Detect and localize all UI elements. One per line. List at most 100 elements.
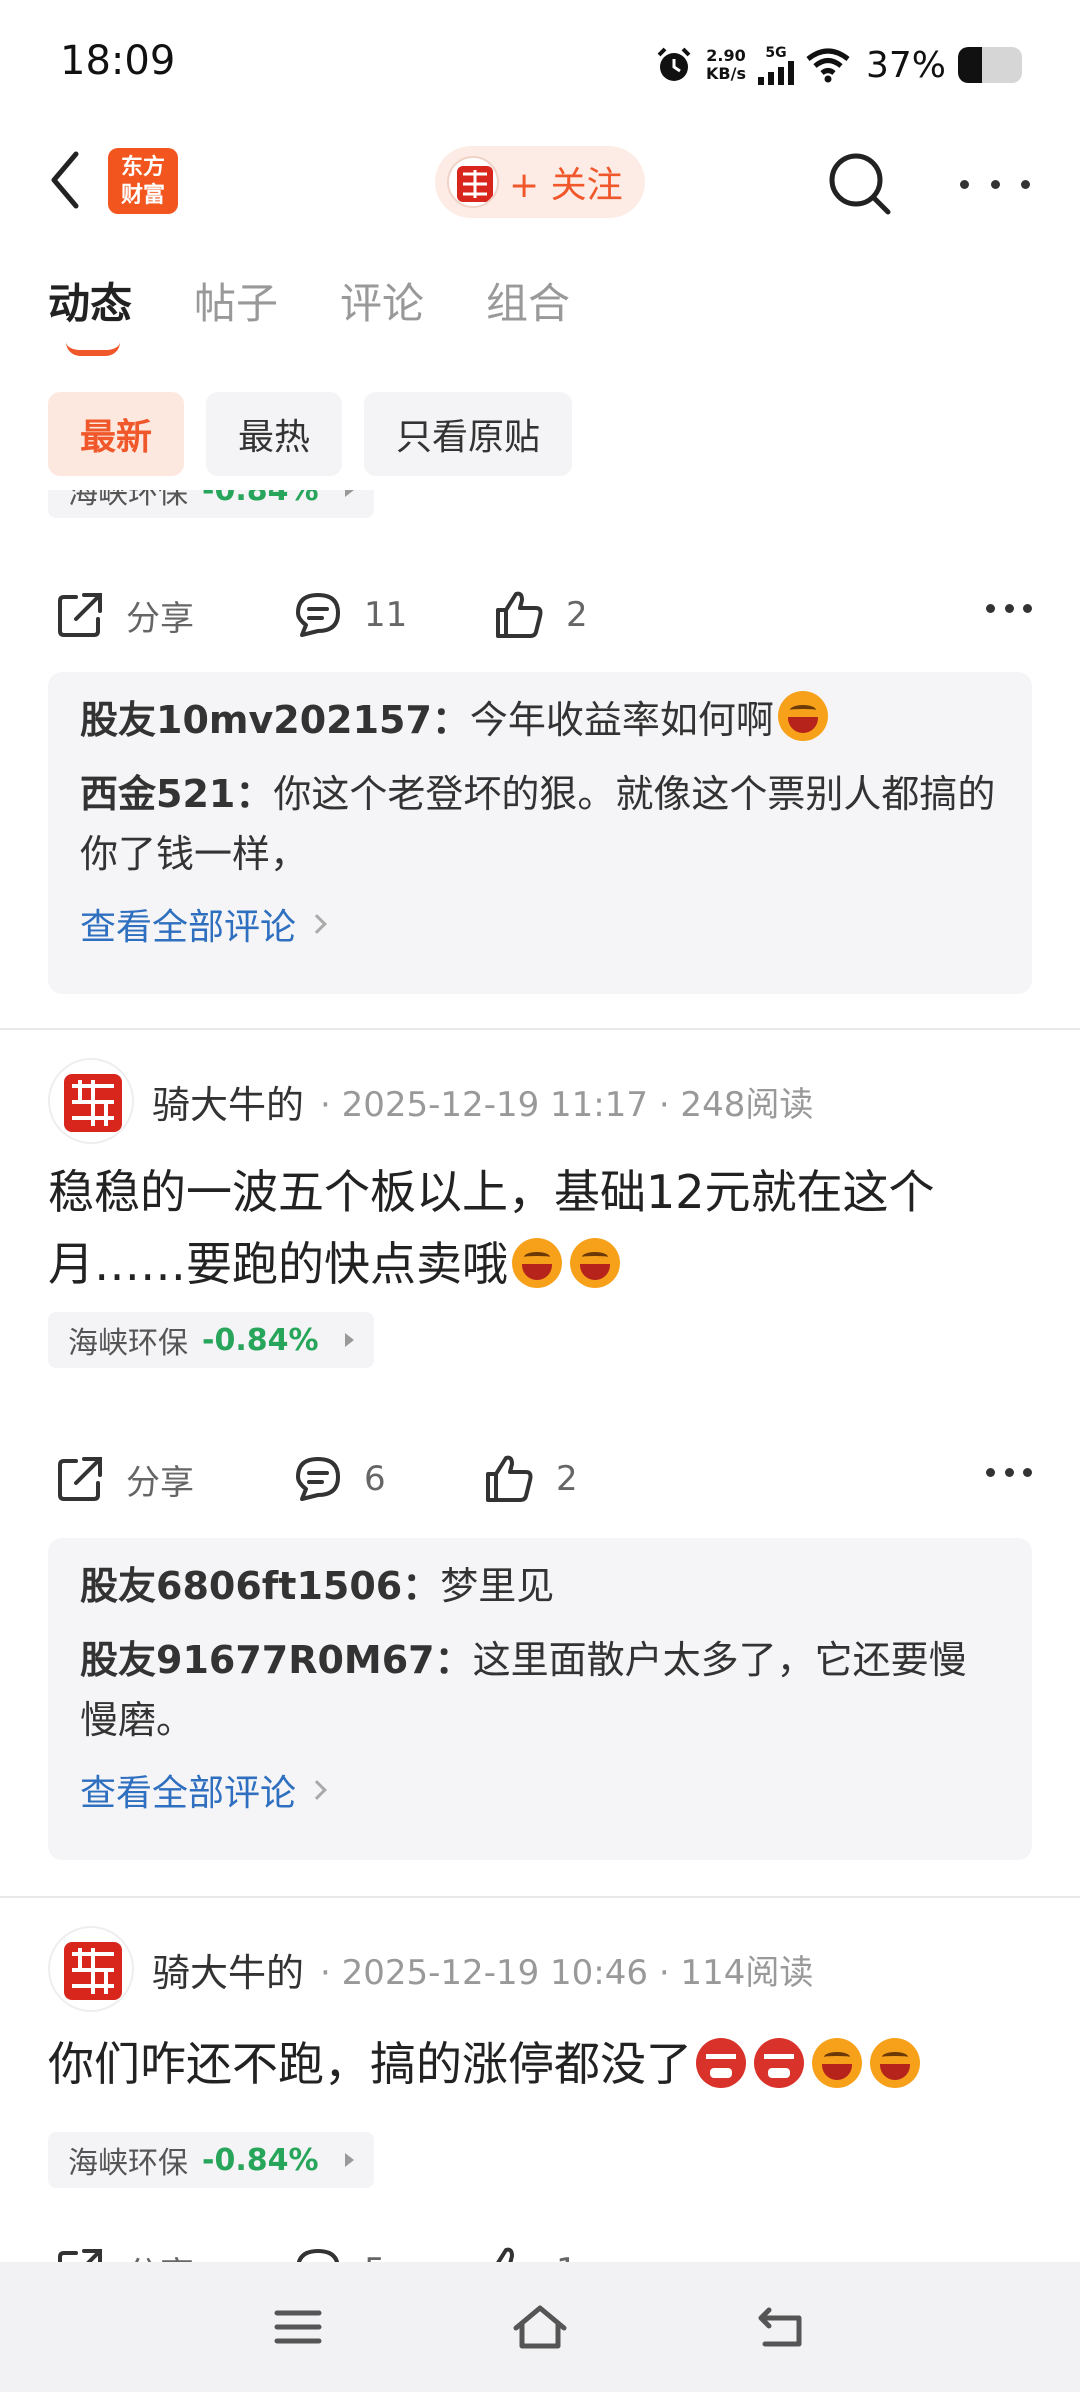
author-avatar[interactable]	[48, 1058, 134, 1144]
thumbs-up-icon	[496, 591, 543, 638]
comment-count: 5	[364, 2251, 386, 2262]
comment-preview[interactable]: 股友6806ft1506：梦里见 股友91677R0M67：这里面散户太多了，它…	[48, 1538, 1032, 1860]
like-button[interactable]: 2	[492, 580, 588, 650]
chevron-right-icon	[307, 1780, 327, 1800]
comment-preview[interactable]: 股友10mv202157：今年收益率如何啊 西金521：你这个老登坏的狠。就像这…	[48, 672, 1032, 994]
home-button[interactable]	[500, 2292, 580, 2362]
dot-icon	[990, 179, 1000, 189]
follow-button[interactable]: + 关注	[435, 146, 645, 218]
dot-icon	[1004, 1468, 1014, 1477]
like-count: 2	[566, 595, 588, 635]
dot-icon	[986, 1468, 995, 1477]
share-button[interactable]: 分享	[54, 2236, 194, 2262]
return-icon	[758, 2307, 802, 2347]
post-card: 海峡环保 -0.84% 分享 11 2 股友10mv202157：今年收益率如何…	[0, 490, 1080, 1034]
author-name[interactable]: 骑大牛的	[152, 1074, 304, 1129]
angry-emoji-icon	[696, 2038, 746, 2088]
post-card[interactable]: 骑大牛的 · 2025-12-19 10:46 · 114阅读 你们咋还不跑，搞…	[0, 1898, 1080, 2262]
tab-comments[interactable]: 评论	[340, 270, 424, 331]
chevron-right-icon	[307, 914, 327, 934]
laugh-emoji-icon	[870, 2038, 920, 2088]
top-nav: 东方 财富 + 关注	[0, 130, 1080, 230]
post-meta: · 2025-12-19 10:46 · 114阅读	[320, 1952, 814, 1993]
search-icon	[829, 153, 891, 215]
search-button[interactable]	[826, 150, 896, 220]
alarm-icon	[657, 47, 691, 81]
signal-icon	[757, 61, 794, 85]
stock-tag[interactable]: 海峡环保 -0.84%	[48, 1312, 374, 1368]
view-all-comments-link[interactable]: 查看全部评论	[80, 1764, 1000, 1816]
system-nav-bar	[0, 2262, 1080, 2392]
comment-user: 西金521：	[80, 772, 274, 816]
comment-button[interactable]: 6	[292, 1444, 386, 1514]
filter-original-only[interactable]: 只看原贴	[364, 392, 573, 476]
stock-name: 海峡环保	[68, 1326, 188, 1361]
post-header: 骑大牛的 · 2025-12-19 10:46 · 114阅读	[48, 1924, 813, 2014]
comment-count: 11	[364, 595, 408, 635]
wifi-icon	[806, 48, 850, 83]
comment-text: 今年收益率如何啊	[469, 698, 774, 742]
share-icon	[58, 2249, 102, 2262]
tab-dynamics[interactable]: 动态	[48, 270, 132, 356]
laugh-emoji-icon	[570, 1238, 620, 1288]
comment-button[interactable]: 5	[292, 2236, 386, 2262]
author-avatar[interactable]	[48, 1926, 134, 2012]
comment-user: 股友6806ft1506：	[80, 1564, 441, 1608]
comment-item: 股友10mv202157：今年收益率如何啊	[80, 690, 1000, 750]
share-button[interactable]: 分享	[54, 1444, 194, 1514]
stock-tag[interactable]: 海峡环保 -0.84%	[48, 2132, 374, 2188]
comment-icon	[296, 2249, 340, 2262]
app-logo: 东方 财富	[108, 148, 178, 214]
angry-emoji-icon	[754, 2038, 804, 2088]
stock-change: -0.84%	[202, 2142, 319, 2178]
laugh-emoji-icon	[812, 2038, 862, 2088]
stock-name: 海峡环保	[68, 2146, 188, 2181]
comment-icon	[296, 1457, 340, 1501]
comment-user: 股友10mv202157：	[80, 698, 470, 742]
post-actions: 分享 11 2	[48, 580, 1032, 650]
post-card[interactable]: 骑大牛的 · 2025-12-19 11:17 · 248阅读 稳稳的一波五个板…	[0, 1030, 1080, 1896]
author-name[interactable]: 骑大牛的	[152, 1942, 304, 1997]
more-menu-button[interactable]	[960, 154, 1030, 214]
caret-right-icon	[344, 1333, 354, 1347]
tab-bar: 动态 帖子 评论 组合	[48, 270, 570, 356]
back-nav-button[interactable]	[740, 2292, 820, 2362]
comment-icon	[296, 593, 340, 637]
battery-icon	[958, 47, 1022, 83]
like-button[interactable]: 2	[482, 1444, 578, 1514]
share-button[interactable]: 分享	[54, 580, 194, 650]
like-button[interactable]: 1	[482, 2236, 578, 2262]
thumbs-up-icon	[486, 1455, 533, 1502]
tab-portfolio[interactable]: 组合	[486, 270, 570, 331]
post-actions: 分享 6 2	[48, 1444, 1032, 1514]
view-all-comments-link[interactable]: 查看全部评论	[80, 898, 1000, 950]
caret-right-icon	[344, 2153, 354, 2167]
post-content: 稳稳的一波五个板以上，基础12元就在这个月……要跑的快点卖哦	[48, 1165, 935, 1291]
dot-icon	[1004, 604, 1014, 613]
home-icon	[513, 2305, 567, 2349]
post-more-button[interactable]	[986, 1468, 1032, 1477]
network-speed: 2.90 KB/s	[706, 46, 746, 83]
filter-hot[interactable]: 最热	[206, 392, 343, 476]
stock-name: 海峡环保	[68, 490, 188, 511]
share-icon	[58, 593, 102, 637]
share-label: 分享	[126, 598, 194, 639]
comment-button[interactable]: 11	[292, 580, 407, 650]
battery-percent: 37%	[865, 44, 946, 86]
stock-change: -0.84%	[202, 1322, 319, 1358]
comment-text: 梦里见	[440, 1564, 555, 1608]
stock-tag[interactable]: 海峡环保 -0.84%	[48, 490, 374, 518]
post-more-button[interactable]	[986, 604, 1032, 613]
like-count: 1	[556, 2251, 578, 2262]
follow-label: + 关注	[509, 165, 623, 206]
comment-count: 6	[364, 1459, 386, 1499]
laugh-emoji-icon	[777, 691, 828, 741]
tab-posts[interactable]: 帖子	[194, 270, 278, 331]
thumbs-up-icon	[496, 2247, 526, 2262]
post-actions: 分享 5 1	[48, 2236, 1032, 2262]
post-header: 骑大牛的 · 2025-12-19 11:17 · 248阅读	[48, 1056, 813, 1146]
menu-icon	[274, 2310, 322, 2344]
back-button[interactable]	[40, 148, 90, 212]
filter-latest[interactable]: 最新	[48, 392, 185, 476]
menu-button[interactable]	[258, 2292, 338, 2362]
